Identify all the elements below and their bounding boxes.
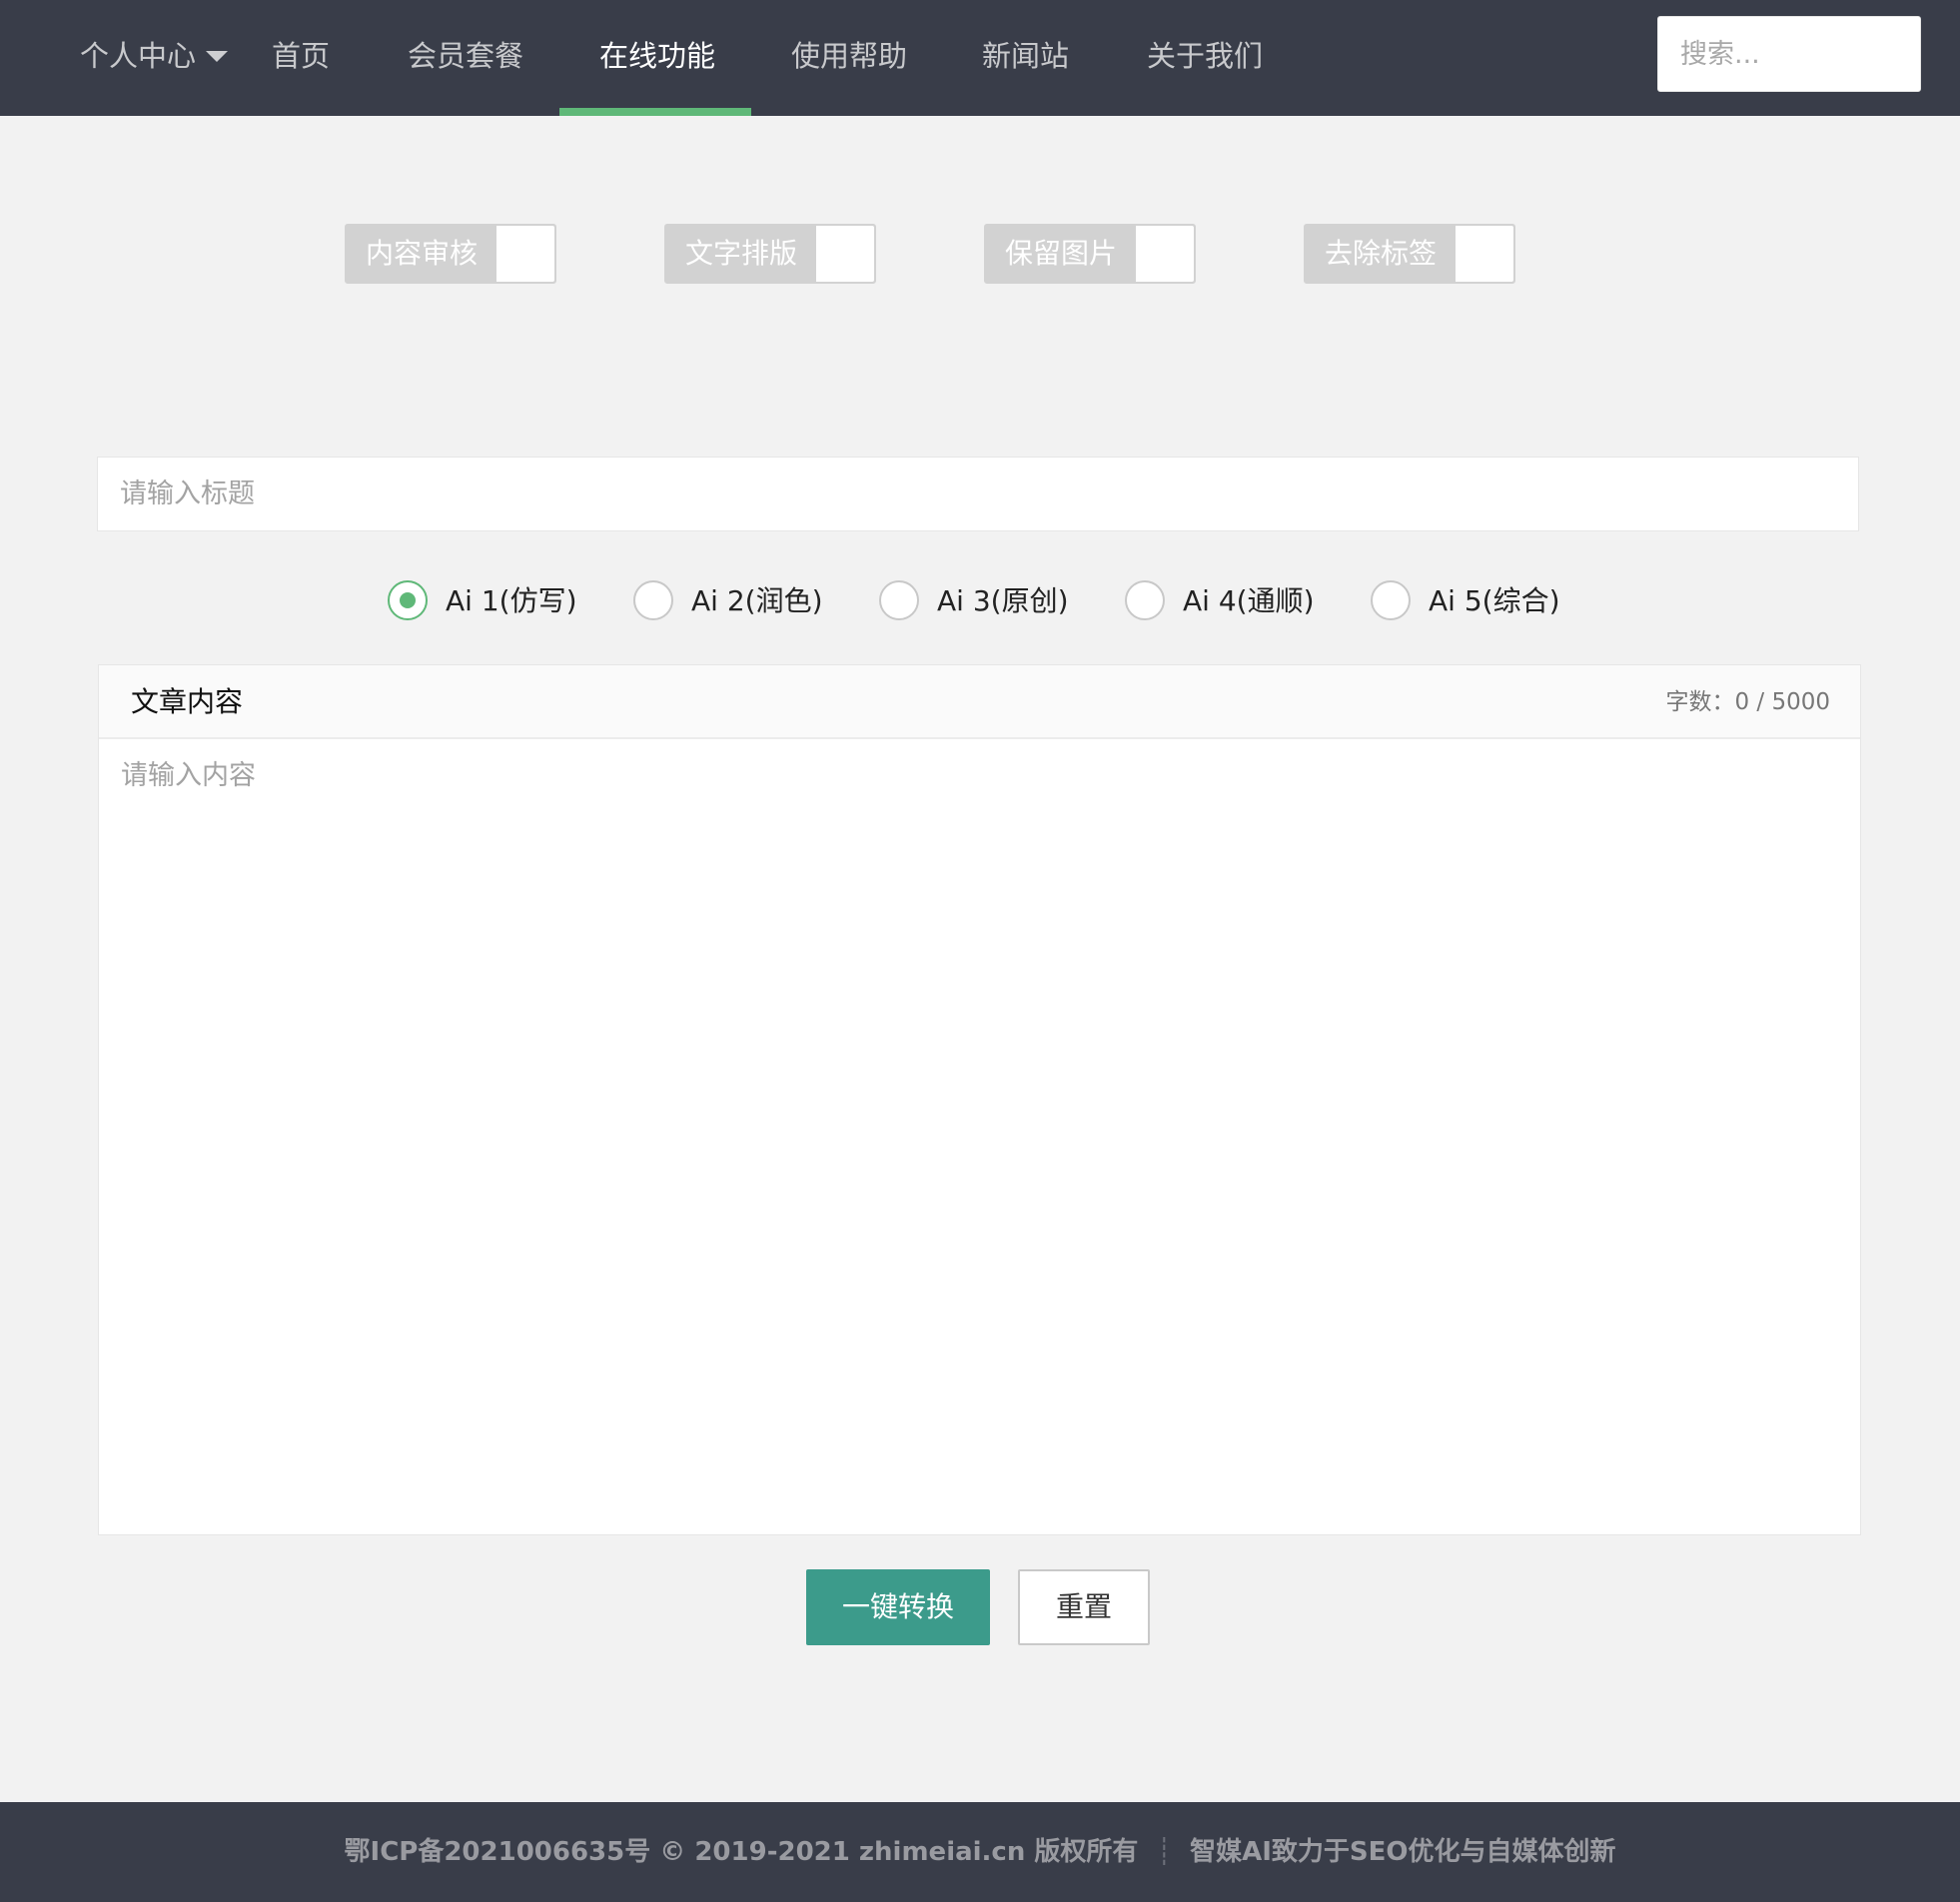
footer-copyright: 鄂ICP备2021006635号 © 2019-2021 zhimeiai.cn… — [344, 1837, 1139, 1867]
active-nav-indicator — [559, 108, 751, 116]
article-panel: 文章内容 字数：0 / 5000 — [98, 664, 1861, 1535]
nav-item-home[interactable]: 首页 — [272, 0, 330, 116]
article-panel-title: 文章内容 — [131, 685, 244, 718]
radio-label: Ai 4(通顺) — [1183, 584, 1315, 617]
switch-knob — [1136, 226, 1194, 282]
nav-item-news[interactable]: 新闻站 — [982, 0, 1069, 116]
radio-label: Ai 5(综合) — [1429, 584, 1560, 617]
radio-checked-icon — [388, 580, 428, 620]
footer-slogan: 智媒AI致力于SEO优化与自媒体创新 — [1190, 1837, 1616, 1867]
caret-down-icon — [206, 50, 229, 62]
nav-item-label: 个人中心 — [80, 39, 197, 73]
top-navbar: 个人中心 首页 会员套餐 在线功能 使用帮助 新闻站 关于我们 — [0, 0, 1960, 116]
article-panel-header: 文章内容 字数：0 / 5000 — [99, 665, 1860, 739]
radio-unchecked-icon — [633, 580, 673, 620]
switch-label: 文字排版 — [684, 237, 797, 270]
footer-text: 鄂ICP备2021006635号 © 2019-2021 zhimeiai.cn… — [0, 1802, 1960, 1902]
nav-item-online-features[interactable]: 在线功能 — [599, 0, 715, 116]
switch-remove-tags[interactable]: 去除标签 — [1304, 224, 1515, 284]
switch-knob — [816, 226, 874, 282]
switch-keep-images[interactable]: 保留图片 — [984, 224, 1196, 284]
radio-unchecked-icon — [1371, 580, 1411, 620]
article-content-textarea[interactable] — [99, 739, 1860, 1534]
nav-item-about[interactable]: 关于我们 — [1147, 0, 1263, 116]
switch-knob — [496, 226, 554, 282]
reset-button[interactable]: 重置 — [1018, 1569, 1150, 1645]
convert-button[interactable]: 一键转换 — [806, 1569, 990, 1645]
switch-content-review[interactable]: 内容审核 — [345, 224, 556, 284]
radio-unchecked-icon — [879, 580, 919, 620]
footer-separator: ┊ — [1156, 1837, 1173, 1867]
switch-knob — [1456, 226, 1513, 282]
switch-label: 保留图片 — [1004, 237, 1117, 270]
switch-label: 内容审核 — [365, 237, 478, 270]
radio-unchecked-icon — [1125, 580, 1165, 620]
radio-label: Ai 2(润色) — [691, 584, 823, 617]
switch-text-layout[interactable]: 文字排版 — [664, 224, 876, 284]
search-input[interactable] — [1657, 16, 1921, 92]
footer: 鄂ICP备2021006635号 © 2019-2021 zhimeiai.cn… — [0, 1802, 1960, 1902]
nav-item-user-center[interactable]: 个人中心 — [80, 0, 229, 116]
title-input[interactable] — [97, 457, 1859, 531]
switch-label: 去除标签 — [1324, 237, 1437, 270]
radio-label: Ai 1(仿写) — [446, 584, 577, 617]
radio-label: Ai 3(原创) — [937, 584, 1069, 617]
nav-item-membership[interactable]: 会员套餐 — [408, 0, 523, 116]
nav-item-help[interactable]: 使用帮助 — [791, 0, 907, 116]
word-count: 字数：0 / 5000 — [1665, 689, 1830, 715]
